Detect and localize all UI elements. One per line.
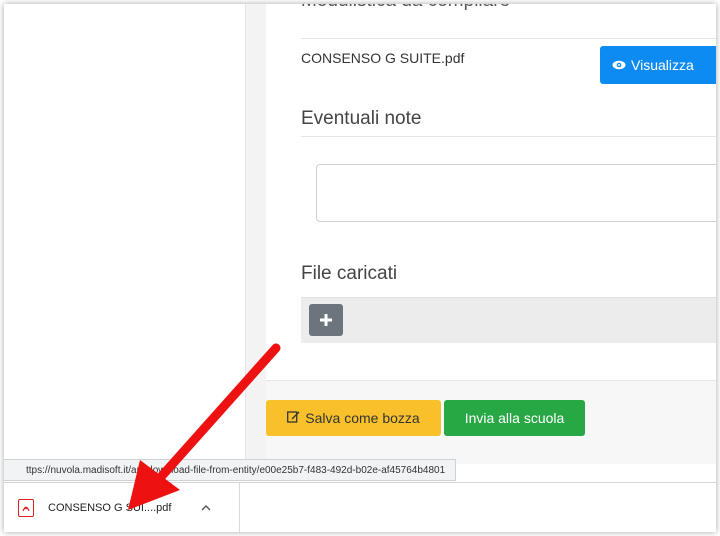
download-shelf: CONSENSO G SUI....pdf: [4, 482, 716, 532]
divider: [301, 136, 716, 137]
add-file-button[interactable]: [309, 304, 343, 336]
section-title-modulistica: Modulistica da compilare: [301, 4, 510, 12]
edit-icon: [287, 410, 300, 426]
file-name: CONSENSO G SUITE.pdf: [301, 50, 465, 66]
pdf-icon: [18, 499, 34, 517]
download-item[interactable]: CONSENSO G SUI....pdf: [4, 483, 240, 532]
uploaded-files-bar: [301, 297, 716, 343]
notes-textarea[interactable]: [316, 164, 716, 222]
view-button[interactable]: Visualizza: [600, 46, 716, 84]
notes-title: Eventuali note: [301, 108, 422, 129]
uploaded-files-title: File caricati: [301, 263, 398, 284]
view-button-label: Visualizza: [631, 57, 694, 73]
page-gutter: [246, 4, 266, 464]
status-bar-url: ttps://nuvola.madisoft.it/api/download-f…: [4, 459, 457, 481]
chevron-up-icon[interactable]: [201, 503, 211, 514]
form-actions: Salva come bozza Invia alla scuola: [266, 380, 716, 464]
download-file-name: CONSENSO G SUI....pdf: [48, 502, 172, 514]
send-to-school-button[interactable]: Invia alla scuola: [444, 400, 585, 436]
eye-icon: [612, 57, 626, 73]
form-content: Modulistica da compilare CONSENSO G SUIT…: [266, 4, 716, 384]
browser-window: Modulistica da compilare CONSENSO G SUIT…: [4, 4, 716, 532]
plus-icon: [320, 310, 332, 331]
save-draft-label: Salva come bozza: [305, 410, 420, 426]
divider: [301, 38, 716, 39]
save-draft-button[interactable]: Salva come bozza: [266, 400, 441, 436]
left-panel: [4, 4, 246, 464]
